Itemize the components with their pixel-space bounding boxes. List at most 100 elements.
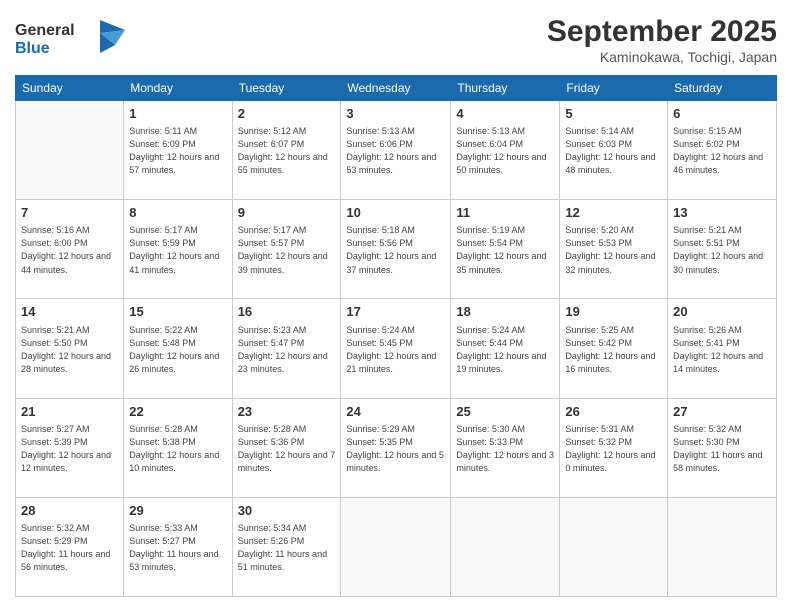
day-number: 2 [238, 105, 336, 123]
calendar-cell: 27Sunrise: 5:32 AM Sunset: 5:30 PM Dayli… [668, 398, 777, 497]
calendar-cell: 3 Sunrise: 5:13 AM Sunset: 6:06 PM Daylig… [341, 101, 451, 200]
day-info: Sunrise: 5:34 AM Sunset: 5:26 PM Dayligh… [238, 522, 336, 574]
day-info: Sunrise: 5:17 AM Sunset: 5:59 PM Dayligh… [129, 224, 226, 276]
calendar-cell: 4 Sunrise: 5:13 AM Sunset: 6:04 PM Daylig… [451, 101, 560, 200]
calendar-cell: 24 Sunrise: 5:29 AM Sunset: 5:35 PM Dayli… [341, 398, 451, 497]
day-info: Sunrise: 5:17 AM Sunset: 5:57 PM Dayligh… [238, 224, 336, 276]
day-info: Sunrise: 5:26 AM Sunset: 5:41 PM Dayligh… [673, 324, 771, 376]
calendar-cell: 15Sunrise: 5:22 AM Sunset: 5:48 PM Dayli… [124, 299, 232, 398]
day-number: 4 [456, 105, 554, 123]
calendar-cell: 1 Sunrise: 5:11 AM Sunset: 6:09 PM Daylig… [124, 101, 232, 200]
title-section: September 2025 Kaminokawa, Tochigi, Japa… [547, 15, 777, 65]
day-info: Sunrise: 5:30 AM Sunset: 5:33 PM Dayligh… [456, 423, 554, 475]
day-number: 22 [129, 403, 226, 421]
day-info: Sunrise: 5:24 AM Sunset: 5:45 PM Dayligh… [346, 324, 445, 376]
day-info: Sunrise: 5:24 AM Sunset: 5:44 PM Dayligh… [456, 324, 554, 376]
day-number: 17 [346, 303, 445, 321]
day-info: Sunrise: 5:14 AM Sunset: 6:03 PM Dayligh… [565, 125, 662, 177]
calendar-cell: 10Sunrise: 5:18 AM Sunset: 5:56 PM Dayli… [341, 200, 451, 299]
day-info: Sunrise: 5:20 AM Sunset: 5:53 PM Dayligh… [565, 224, 662, 276]
calendar-cell: 6 Sunrise: 5:15 AM Sunset: 6:02 PM Daylig… [668, 101, 777, 200]
calendar-week-2: 7 Sunrise: 5:16 AM Sunset: 6:00 PM Daylig… [16, 200, 777, 299]
calendar-cell: 25 Sunrise: 5:30 AM Sunset: 5:33 PM Dayli… [451, 398, 560, 497]
day-number: 8 [129, 204, 226, 222]
day-info: Sunrise: 5:29 AM Sunset: 5:35 PM Dayligh… [346, 423, 445, 475]
day-number: 7 [21, 204, 118, 222]
calendar-cell: 16Sunrise: 5:23 AM Sunset: 5:47 PM Dayli… [232, 299, 341, 398]
day-info: Sunrise: 5:13 AM Sunset: 6:04 PM Dayligh… [456, 125, 554, 177]
day-info: Sunrise: 5:11 AM Sunset: 6:09 PM Dayligh… [129, 125, 226, 177]
day-number: 28 [21, 502, 118, 520]
day-info: Sunrise: 5:31 AM Sunset: 5:32 PM Dayligh… [565, 423, 662, 475]
header-row: Sunday Monday Tuesday Wednesday Thursday… [16, 76, 777, 101]
calendar-cell: 2 Sunrise: 5:12 AM Sunset: 6:07 PM Daylig… [232, 101, 341, 200]
calendar-cell: 5Sunrise: 5:14 AM Sunset: 6:03 PM Daylig… [560, 101, 668, 200]
day-number: 6 [673, 105, 771, 123]
calendar-cell [560, 497, 668, 596]
calendar-cell: 26 Sunrise: 5:31 AM Sunset: 5:32 PM Dayli… [560, 398, 668, 497]
svg-text:Blue: Blue [15, 40, 50, 57]
day-number: 19 [565, 303, 662, 321]
day-info: Sunrise: 5:23 AM Sunset: 5:47 PM Dayligh… [238, 324, 336, 376]
day-info: Sunrise: 5:15 AM Sunset: 6:02 PM Dayligh… [673, 125, 771, 177]
day-info: Sunrise: 5:13 AM Sunset: 6:06 PM Dayligh… [346, 125, 445, 177]
day-number: 1 [129, 105, 226, 123]
location: Kaminokawa, Tochigi, Japan [547, 49, 777, 65]
day-number: 14 [21, 303, 118, 321]
month-title: September 2025 [547, 15, 777, 49]
day-number: 18 [456, 303, 554, 321]
day-number: 21 [21, 403, 118, 421]
day-info: Sunrise: 5:16 AM Sunset: 6:00 PM Dayligh… [21, 224, 118, 276]
col-tuesday: Tuesday [232, 76, 341, 101]
calendar-table: Sunday Monday Tuesday Wednesday Thursday… [15, 75, 777, 597]
day-info: Sunrise: 5:33 AM Sunset: 5:27 PM Dayligh… [129, 522, 226, 574]
day-number: 25 [456, 403, 554, 421]
day-number: 24 [346, 403, 445, 421]
day-info: Sunrise: 5:27 AM Sunset: 5:39 PM Dayligh… [21, 423, 118, 475]
day-info: Sunrise: 5:28 AM Sunset: 5:38 PM Dayligh… [129, 423, 226, 475]
logo-svg: General Blue [15, 15, 125, 60]
day-number: 3 [346, 105, 445, 123]
day-number: 26 [565, 403, 662, 421]
calendar-cell: 28Sunrise: 5:32 AM Sunset: 5:29 PM Dayli… [16, 497, 124, 596]
calendar-cell: 14 Sunrise: 5:21 AM Sunset: 5:50 PM Dayli… [16, 299, 124, 398]
calendar-week-5: 28Sunrise: 5:32 AM Sunset: 5:29 PM Dayli… [16, 497, 777, 596]
day-info: Sunrise: 5:22 AM Sunset: 5:48 PM Dayligh… [129, 324, 226, 376]
day-info: Sunrise: 5:25 AM Sunset: 5:42 PM Dayligh… [565, 324, 662, 376]
calendar-cell: 8 Sunrise: 5:17 AM Sunset: 5:59 PM Daylig… [124, 200, 232, 299]
day-number: 11 [456, 204, 554, 222]
day-number: 20 [673, 303, 771, 321]
calendar-week-1: 1 Sunrise: 5:11 AM Sunset: 6:09 PM Daylig… [16, 101, 777, 200]
day-info: Sunrise: 5:19 AM Sunset: 5:54 PM Dayligh… [456, 224, 554, 276]
col-thursday: Thursday [451, 76, 560, 101]
calendar-cell [451, 497, 560, 596]
day-info: Sunrise: 5:21 AM Sunset: 5:51 PM Dayligh… [673, 224, 771, 276]
calendar-cell: 17 Sunrise: 5:24 AM Sunset: 5:45 PM Dayli… [341, 299, 451, 398]
col-sunday: Sunday [16, 76, 124, 101]
calendar-cell: 11 Sunrise: 5:19 AM Sunset: 5:54 PM Dayli… [451, 200, 560, 299]
day-number: 27 [673, 403, 771, 421]
calendar-cell: 22 Sunrise: 5:28 AM Sunset: 5:38 PM Dayli… [124, 398, 232, 497]
calendar-cell [16, 101, 124, 200]
calendar-cell: 12Sunrise: 5:20 AM Sunset: 5:53 PM Dayli… [560, 200, 668, 299]
day-info: Sunrise: 5:12 AM Sunset: 6:07 PM Dayligh… [238, 125, 336, 177]
calendar-cell: 30Sunrise: 5:34 AM Sunset: 5:26 PM Dayli… [232, 497, 341, 596]
calendar-week-4: 21 Sunrise: 5:27 AM Sunset: 5:39 PM Dayli… [16, 398, 777, 497]
col-wednesday: Wednesday [341, 76, 451, 101]
calendar-cell [341, 497, 451, 596]
day-number: 9 [238, 204, 336, 222]
calendar-cell: 19 Sunrise: 5:25 AM Sunset: 5:42 PM Dayli… [560, 299, 668, 398]
day-number: 13 [673, 204, 771, 222]
day-info: Sunrise: 5:21 AM Sunset: 5:50 PM Dayligh… [21, 324, 118, 376]
svg-text:General: General [15, 22, 75, 39]
calendar-cell [668, 497, 777, 596]
calendar-cell: 13 Sunrise: 5:21 AM Sunset: 5:51 PM Dayli… [668, 200, 777, 299]
calendar-week-3: 14 Sunrise: 5:21 AM Sunset: 5:50 PM Dayli… [16, 299, 777, 398]
day-number: 29 [129, 502, 226, 520]
header: General Blue September 2025 Kaminokawa, … [15, 15, 777, 65]
page: General Blue September 2025 Kaminokawa, … [0, 0, 792, 612]
col-monday: Monday [124, 76, 232, 101]
calendar-cell: 9 Sunrise: 5:17 AM Sunset: 5:57 PM Daylig… [232, 200, 341, 299]
calendar-cell: 23Sunrise: 5:28 AM Sunset: 5:36 PM Dayli… [232, 398, 341, 497]
calendar-cell: 18 Sunrise: 5:24 AM Sunset: 5:44 PM Dayli… [451, 299, 560, 398]
